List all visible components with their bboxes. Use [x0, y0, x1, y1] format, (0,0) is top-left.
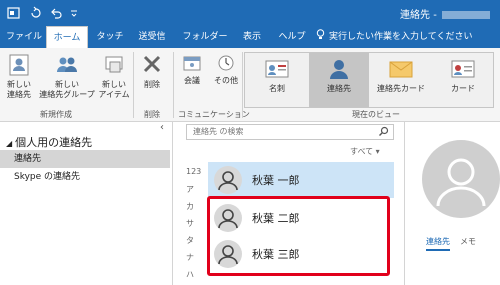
contact-group-icon: [57, 57, 77, 72]
folder-skype-contacts[interactable]: Skype の連絡先: [0, 168, 170, 186]
new-contact-group-button[interactable]: 新しい 連絡先グループ: [38, 52, 96, 100]
tab-help[interactable]: ヘルプ: [274, 26, 310, 48]
group-label-communication: コミュニケーション: [178, 110, 250, 119]
undo-icon[interactable]: [48, 4, 64, 22]
lightbulb-icon: [316, 27, 326, 49]
new-items-label: 新しい アイテム: [98, 80, 130, 99]
collapse-pane-chevron-icon[interactable]: ‹: [160, 122, 164, 133]
group-label-new: 新規作成: [40, 110, 72, 119]
collapse-triangle-icon[interactable]: ◢: [6, 139, 12, 148]
alpha-index-item[interactable]: ハ: [186, 269, 194, 280]
avatar: [214, 166, 242, 194]
avatar: [214, 240, 242, 268]
view-label: 名刺: [269, 84, 285, 93]
delete-button[interactable]: 削除: [136, 52, 168, 90]
meeting-icon: [183, 56, 201, 71]
alpha-index-item[interactable]: タ: [186, 235, 194, 246]
folder-pane: ◢ 個人用の連絡先 連絡先 Skype の連絡先: [0, 122, 170, 285]
tab-file[interactable]: ファイル: [2, 26, 46, 48]
view-contact[interactable]: 連絡先: [309, 53, 369, 107]
contact-search-input[interactable]: 連絡先 の検索: [186, 124, 394, 140]
ribbon-separator: [173, 52, 174, 118]
window-title: 連絡先 -: [400, 6, 490, 21]
ribbon-separator: [133, 52, 134, 118]
view-business-card[interactable]: 名刺: [247, 53, 307, 107]
tab-home[interactable]: ホーム: [46, 26, 88, 48]
app-icon[interactable]: [6, 4, 22, 22]
new-contact-button[interactable]: 新しい 連絡先: [2, 52, 36, 100]
pane-divider: [404, 122, 405, 285]
ribbon: 新しい 連絡先 新しい 連絡先グループ 新しい アイテム 新規作成 削除 削除 …: [0, 48, 500, 122]
redacted-account: [442, 11, 490, 19]
ribbon-separator: [242, 52, 243, 118]
tell-me-text: 実行したい作業を入力してください: [329, 32, 473, 42]
contact-row[interactable]: 秋葉 三郎: [208, 236, 394, 272]
delete-icon: [143, 55, 161, 73]
alpha-index-item[interactable]: ナ: [186, 252, 194, 263]
search-icon[interactable]: [378, 126, 389, 142]
view-label: 連絡先: [327, 84, 351, 93]
view-contact-card[interactable]: 連絡先カード: [371, 53, 431, 107]
folder-group-label: 個人用の連絡先: [15, 136, 93, 149]
new-items-icon: [105, 56, 123, 73]
qat-dropdown-icon[interactable]: [66, 4, 82, 22]
card-icon: [451, 60, 475, 78]
meeting-label: 会議: [184, 76, 200, 85]
more-label: その他: [214, 76, 238, 85]
contact-photo-avatar: [422, 140, 500, 218]
tab-contact-details[interactable]: 連絡先: [426, 236, 450, 251]
alpha-index-item[interactable]: 123: [186, 167, 201, 176]
filter-all-dropdown[interactable]: すべて ▾: [350, 146, 380, 157]
group-label-delete: 削除: [144, 110, 160, 119]
meeting-button[interactable]: 会議: [178, 52, 206, 86]
view-label: カード: [451, 84, 475, 93]
folder-contacts[interactable]: 連絡先: [0, 150, 170, 168]
alpha-index-item[interactable]: ア: [186, 184, 194, 195]
contact-name: 秋葉 二郎: [252, 212, 300, 225]
tab-folder[interactable]: フォルダー: [180, 26, 230, 48]
group-label-current-view: 現在のビュー: [352, 110, 400, 119]
refresh-icon[interactable]: [28, 4, 44, 22]
new-contact-label: 新しい 連絡先: [7, 80, 31, 99]
more-button[interactable]: その他: [210, 52, 242, 86]
new-group-label: 新しい 連絡先グループ: [39, 80, 95, 99]
alpha-index-item[interactable]: サ: [186, 218, 194, 229]
contact-row[interactable]: 秋葉 二郎: [208, 200, 394, 236]
avatar: [214, 204, 242, 232]
tab-touch[interactable]: タッチ: [92, 26, 128, 48]
new-items-button[interactable]: 新しい アイテム: [96, 52, 132, 100]
tab-notes[interactable]: メモ: [460, 236, 476, 247]
contact-person-icon: [330, 60, 348, 79]
contact-row[interactable]: 秋葉 一郎: [208, 162, 394, 198]
view-card[interactable]: カード: [433, 53, 493, 107]
contact-name: 秋葉 三郎: [252, 248, 300, 261]
business-card-icon: [265, 60, 289, 78]
tab-send-receive[interactable]: 送受信: [132, 26, 172, 48]
delete-label: 削除: [144, 80, 160, 89]
tell-me-box[interactable]: 実行したい作業を入力してください: [316, 26, 472, 48]
new-contact-icon: [9, 54, 29, 76]
alpha-index-item[interactable]: カ: [186, 201, 194, 212]
more-icon: [218, 55, 234, 71]
tab-view[interactable]: 表示: [236, 26, 268, 48]
title-bar: 連絡先 -: [0, 0, 500, 26]
ribbon-tabs: ファイル ホーム タッチ 送受信 フォルダー 表示 ヘルプ 実行したい作業を入力…: [0, 26, 500, 48]
current-view-gallery: 名刺 連絡先 連絡先カード カード: [244, 52, 494, 108]
search-placeholder: 連絡先 の検索: [193, 127, 244, 136]
pane-divider: [172, 122, 173, 285]
view-label: 連絡先カード: [377, 84, 425, 93]
contact-card-icon: [389, 61, 413, 78]
folder-group-header[interactable]: ◢ 個人用の連絡先: [6, 134, 92, 150]
contact-name: 秋葉 一郎: [252, 174, 300, 187]
